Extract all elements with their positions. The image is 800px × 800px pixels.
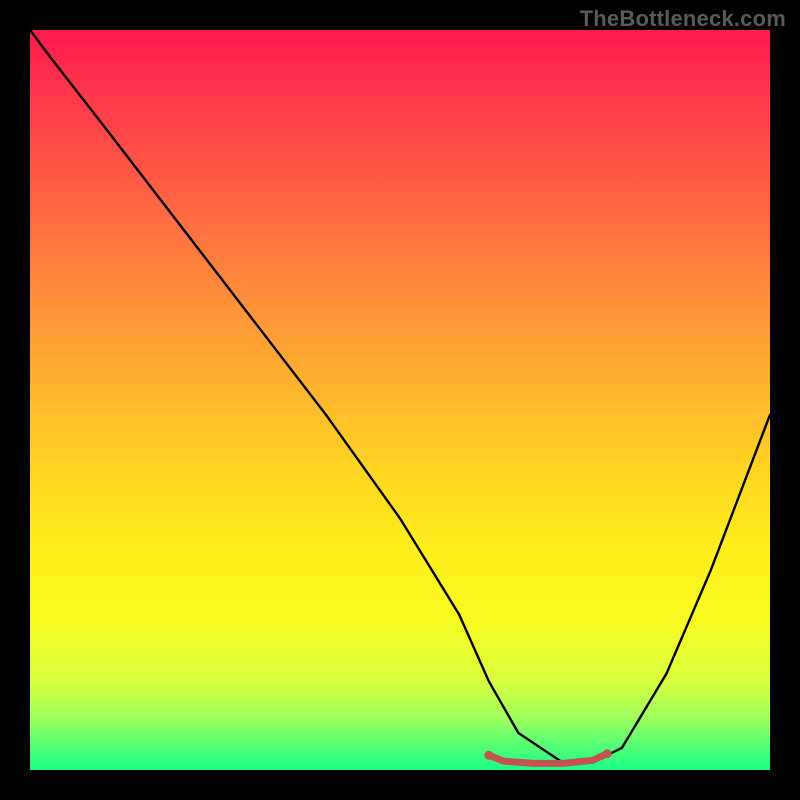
bottleneck-curve-line — [30, 30, 770, 763]
page-frame: TheBottleneck.com — [0, 0, 800, 800]
plot-area — [30, 30, 770, 770]
chart-svg — [30, 30, 770, 770]
flat-segment-start-dot — [484, 751, 493, 760]
flat-segment-marker — [489, 754, 607, 764]
watermark-text: TheBottleneck.com — [580, 6, 786, 32]
flat-segment-end-dot — [603, 749, 612, 758]
